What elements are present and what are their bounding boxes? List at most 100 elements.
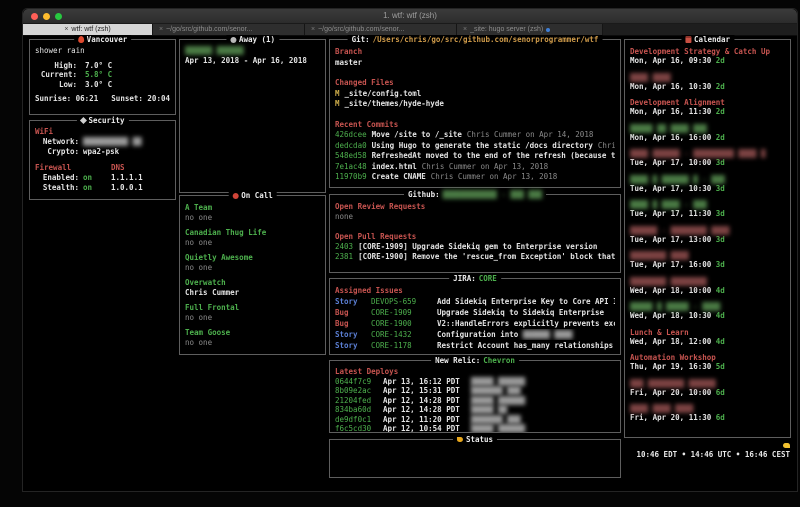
- tab-hugo-server[interactable]: × _site: hugo server (zsh): [457, 24, 603, 35]
- clock-icon: [783, 443, 790, 448]
- wifi-header: WiFi: [35, 127, 170, 137]
- git-panel: Git: /Users/chris/go/src/github.com/seno…: [329, 39, 621, 188]
- tab-senor-2[interactable]: × ~/go/src/github.com/senor...: [305, 24, 457, 35]
- zoom-window-button[interactable]: [55, 13, 62, 20]
- commit-row: 426dceeMove /site to /_siteChris Cummer …: [335, 130, 615, 141]
- event-datetime: Wed, Apr 18, 10:00 4d: [630, 286, 785, 295]
- sunset-time: 20:04: [147, 94, 170, 103]
- desktop: 1. wtf: wtf (zsh) × wtf: wtf (zsh) × ~/g…: [0, 0, 800, 507]
- pr-title: [CORE-1909] Upgrade Sidekiq gem to Enter…: [358, 242, 597, 251]
- weather-location: Vancouver: [87, 35, 128, 44]
- status-title: Status: [466, 435, 493, 444]
- event-title: ██████ - ████████ ████: [630, 226, 785, 235]
- commit-message: Using Hugo to generate the static /docs …: [372, 141, 593, 150]
- github-repo-redacted: ████████████ - ███ ███: [443, 190, 542, 199]
- event-date: Tue, Apr 17, 10:30: [630, 184, 711, 193]
- away-panel: Away (1) ██████ ██████ Apr 13, 2018 - Ap…: [179, 39, 326, 193]
- issue-summary-text: Add Sidekiq Enterprise Key to Core API I…: [437, 297, 615, 306]
- event-title: ████████ ████████: [630, 277, 785, 286]
- event-days-until: 4d: [716, 311, 725, 320]
- commit-hash: 426dcee: [335, 130, 367, 139]
- deploy-hash: 0644f7c9: [335, 377, 383, 387]
- commit-meta: Chris Cummer: [598, 141, 615, 150]
- pr-number: 2381: [335, 252, 353, 261]
- changed-file: M_site/config.toml: [335, 89, 615, 100]
- commit-hash: 7e1ac48: [335, 162, 367, 171]
- tab-close-icon[interactable]: ×: [311, 26, 315, 33]
- git-repo-path: /Users/chris/go/src/github.com/senorprog…: [373, 35, 599, 44]
- issue-summary: Add Sidekiq Enterprise Key to Core API I…: [437, 296, 615, 307]
- weather-sun-row: Sunrise: 06:21 Sunset: 20:04: [35, 94, 170, 104]
- commit-row: 548ed58RefreshedAt moved to the end of t…: [335, 151, 615, 162]
- tab-close-icon[interactable]: ×: [463, 26, 467, 33]
- event-datetime: Mon, Apr 16, 09:30 2d: [630, 56, 785, 65]
- stealth-label: Stealth:: [35, 183, 79, 193]
- dns-primary: 1.1.1.1: [111, 173, 170, 183]
- team-member: no one: [185, 213, 320, 223]
- event-datetime: Fri, Apr 20, 10:00 6d: [630, 388, 785, 397]
- tab-wtf[interactable]: × wtf: wtf (zsh): [23, 24, 153, 35]
- issue-summary-text: Upgrade Sidekiq to Sidekiq Enterprise: [437, 308, 604, 317]
- security-title: Security: [88, 116, 124, 125]
- tab-label: ~/go/src/github.com/senor...: [318, 26, 404, 33]
- deploy-author-redacted: ███████ ███: [471, 415, 521, 425]
- dns-header: DNS: [111, 163, 170, 173]
- commit-meta: Chris Cummer on Apr 13, 2018: [422, 162, 548, 171]
- team-member: Chris Cummer: [185, 288, 320, 298]
- tab-senor-1[interactable]: × ~/go/src/github.com/senor...: [153, 24, 305, 35]
- crypto-label: Crypto:: [35, 147, 79, 157]
- alarm-clock-icon: [232, 193, 238, 199]
- calendar-title: Calendar: [694, 35, 730, 44]
- calendar-event: ████ ████Mon, Apr 16, 10:30 2d: [630, 73, 785, 91]
- issue-summary-text: V2::HandleErrors explicitly prevents exc…: [437, 319, 615, 328]
- away-panel-title: Away (1): [226, 35, 279, 44]
- team-member: no one: [185, 238, 320, 248]
- review-requests-empty: none: [335, 212, 615, 222]
- deploy-row: 21204fedApr 12, 14:28 PDT█████ ██████: [335, 396, 615, 406]
- file-status-flag: M: [335, 89, 340, 98]
- tab-close-icon[interactable]: ×: [159, 26, 163, 33]
- sunrise-time: 06:21: [76, 94, 99, 103]
- branch-header: Branch: [335, 47, 615, 58]
- tab-close-icon[interactable]: ×: [64, 26, 68, 33]
- event-days-until: 3d: [716, 235, 725, 244]
- tab-label: _site: hugo server (zsh): [470, 26, 543, 33]
- close-window-button[interactable]: [31, 13, 38, 20]
- event-date: Tue, Apr 17, 16:00: [630, 260, 711, 269]
- event-title: Automation Workshop: [630, 353, 785, 362]
- commit-hash: 11970b9: [335, 172, 367, 181]
- enabled-label: Enabled:: [35, 173, 79, 183]
- open-pull-requests-header: Open Pull Requests: [335, 232, 615, 242]
- deploy-time: Apr 12, 15:31 PDT: [383, 386, 471, 396]
- network-value-redacted: ██████████ ██: [83, 137, 142, 147]
- deploy-time: Apr 12, 11:20 PDT: [383, 415, 471, 425]
- sunset: Sunset: 20:04: [111, 94, 170, 104]
- team-member: no one: [185, 263, 320, 273]
- issue-summary-text: Restrict Account has_many relationships …: [437, 341, 615, 350]
- weather-current-value: 5.8° C: [85, 70, 112, 80]
- commit-row: 7e1ac48index.htmlChris Cummer on Apr 13,…: [335, 162, 615, 173]
- event-days-until: 4d: [716, 286, 725, 295]
- newrelic-panel: New Relic: Chevron Latest Deploys 0644f7…: [329, 360, 621, 433]
- deploy-author-redacted: ███████ ███: [471, 386, 521, 396]
- calendar-event: ████ █ ████ - ███Tue, Apr 17, 11:30 3d: [630, 200, 785, 218]
- team-name: Quietly Awesome: [185, 253, 320, 263]
- minimize-window-button[interactable]: [43, 13, 50, 20]
- assigned-issues-header: Assigned Issues: [335, 285, 615, 296]
- weather-low-value: 3.0° C: [85, 80, 112, 90]
- deploy-row: f6c5cd30Apr 12, 10:54 PDT█████ ██████: [335, 424, 615, 432]
- event-days-until: 3d: [716, 158, 725, 167]
- issue-key: CORE-1900: [371, 318, 437, 329]
- enabled-value: on: [83, 173, 92, 183]
- github-panel: Github: ████████████ - ███ ███ Open Revi…: [329, 194, 621, 273]
- event-days-until: 6d: [716, 413, 725, 422]
- deploy-row: 834ba60dApr 12, 14:28 PDT█████ ██: [335, 405, 615, 415]
- network-label: Network:: [35, 137, 79, 147]
- event-datetime: Tue, Apr 17, 10:30 3d: [630, 184, 785, 193]
- oncall-team: Overwatch Chris Cummer: [185, 278, 320, 297]
- issue-key: CORE-1909: [371, 307, 437, 318]
- oncall-team: Canadian Thug Life no one: [185, 228, 320, 247]
- git-panel-title: Git: /Users/chris/go/src/github.com/seno…: [348, 35, 603, 44]
- issue-key: DEVOPS-659: [371, 296, 437, 307]
- deploy-time: Apr 13, 16:12 PDT: [383, 377, 471, 387]
